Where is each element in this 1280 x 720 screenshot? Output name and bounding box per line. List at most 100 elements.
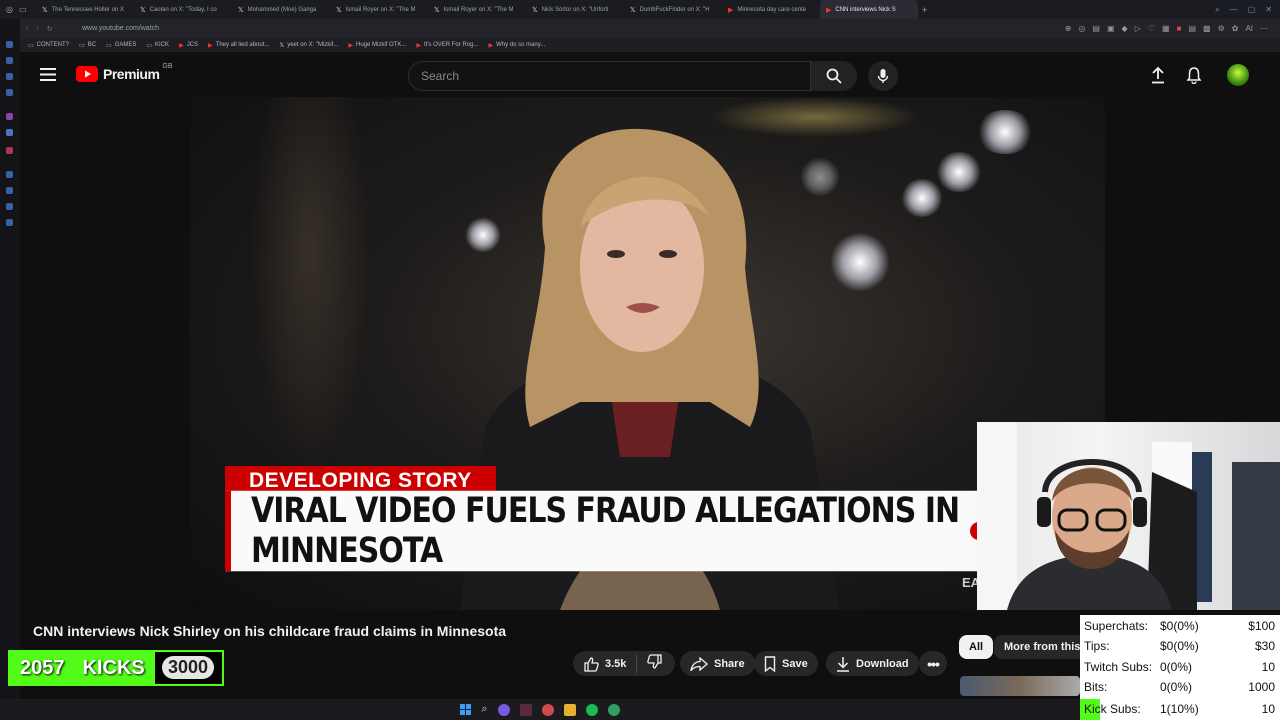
avatar[interactable] bbox=[1227, 64, 1249, 86]
bookmark-label: KICK bbox=[155, 42, 170, 48]
upload-icon bbox=[1152, 66, 1164, 84]
sidebar-app-icon[interactable] bbox=[6, 57, 13, 64]
browser-tab[interactable]: ▶ Minnesota day care cente bbox=[722, 0, 820, 19]
kicks-goal-bar: 2057 KICKS 3000 bbox=[8, 650, 224, 686]
xbox-icon[interactable] bbox=[607, 703, 620, 716]
extension-icons[interactable]: ⊕ ◎ ▤ ▣ ◆ ▷ ♡ ▦ ■ ▤ ▩ ⚙ ✿ AI ⋯ bbox=[1065, 24, 1280, 33]
browser-tab[interactable]: 𝕏 Caolan on X: "Today, I co bbox=[134, 0, 232, 19]
sidebar-app-icon[interactable] bbox=[6, 73, 13, 80]
start-icon[interactable] bbox=[460, 704, 472, 715]
search-input[interactable]: Search bbox=[408, 61, 811, 91]
stream-goals-overlay: Superchats: $0(0%) $100 Tips: $0(0%) $30 Twitc… bbox=[1080, 615, 1280, 720]
sidebar-app-icon[interactable] bbox=[6, 187, 13, 194]
window-controls[interactable]: ⌕ — ▢ ✕ bbox=[1215, 5, 1280, 15]
spotify-icon[interactable] bbox=[585, 703, 598, 716]
bell-icon bbox=[1186, 67, 1202, 85]
search-button[interactable] bbox=[811, 61, 857, 91]
bookmark-item[interactable]: ▭ KICK bbox=[146, 42, 169, 49]
notifications-button[interactable] bbox=[1186, 66, 1202, 89]
voice-search-button[interactable] bbox=[868, 61, 898, 91]
browser-icon[interactable] bbox=[541, 703, 554, 716]
related-video-thumbnail[interactable] bbox=[960, 676, 1080, 696]
kicks-current: 2057 bbox=[20, 656, 65, 679]
tab-label: CNN interviews Nick S bbox=[835, 6, 896, 13]
dislike-button[interactable] bbox=[647, 654, 663, 673]
browser-tab[interactable]: 𝕏 DumbFuckFinder on X: "H bbox=[624, 0, 722, 19]
bookmark-item[interactable]: ▶ JCS bbox=[179, 42, 198, 49]
bookmark-item[interactable]: ▶ Huge Mizkif OTK... bbox=[348, 42, 406, 49]
save-button[interactable]: Save bbox=[754, 651, 818, 676]
upload-button[interactable] bbox=[1150, 66, 1166, 89]
tab-label: Minnesota day care cente bbox=[737, 6, 807, 13]
chip-all[interactable]: All bbox=[959, 635, 994, 659]
sidebar-app-icon[interactable] bbox=[6, 203, 13, 210]
sidebar-app-icon[interactable] bbox=[6, 129, 13, 136]
sidebar-app-icon[interactable] bbox=[6, 219, 13, 226]
sidebar-app-icon[interactable] bbox=[6, 113, 13, 120]
sidebar-app-icon[interactable] bbox=[6, 41, 13, 48]
tab-strip: 𝕏 The Tennessee Holler on X 𝕏 Caolan on X: … bbox=[36, 0, 918, 19]
browser-tab-bar: ◎ ▭ 𝕏 The Tennessee Holler on X 𝕏 Caolan on … bbox=[0, 0, 1280, 19]
new-tab-icon[interactable]: + bbox=[922, 5, 927, 15]
sidebar-app-icon[interactable] bbox=[6, 171, 13, 178]
goal-row: Twitch Subs: 0(0%) 10 bbox=[1080, 657, 1280, 677]
folder-icon[interactable] bbox=[563, 703, 576, 716]
bookmark-item[interactable]: ▭ GAMES bbox=[106, 42, 136, 49]
browser-tab[interactable]: 𝕏 The Tennessee Holler on X bbox=[36, 0, 134, 19]
hamburger-menu-icon[interactable] bbox=[40, 68, 56, 86]
tab-label: Mohammed (Moe) Ganga bbox=[247, 6, 317, 13]
sidebar-app-icon[interactable] bbox=[6, 147, 13, 154]
folder-icon: ▭ bbox=[79, 42, 85, 49]
share-label: Share bbox=[714, 657, 745, 670]
discord-icon[interactable] bbox=[497, 703, 510, 716]
youtube-masthead: Premium GB Search bbox=[20, 52, 1280, 98]
bookmark-label: Huge Mizkif OTK... bbox=[355, 42, 407, 48]
video-player[interactable]: DEVELOPING STORY VIRAL VIDEO FUELS FRAUD… bbox=[190, 97, 1105, 610]
bookmark-item[interactable]: ▶ It's OVER For Rog... bbox=[416, 42, 478, 49]
search-taskbar-icon[interactable]: ⌕ bbox=[481, 703, 487, 716]
more-actions-button[interactable]: ••• bbox=[919, 651, 947, 676]
like-button[interactable]: 3.5k bbox=[583, 656, 626, 672]
download-button[interactable]: Download bbox=[826, 651, 919, 676]
share-button[interactable]: Share bbox=[680, 651, 755, 676]
tab-label: Nick Sortor on X: "Unforti bbox=[541, 6, 609, 13]
browser-tab[interactable]: 𝕏 Mohammed (Moe) Ganga bbox=[232, 0, 330, 19]
webcam-overlay bbox=[977, 422, 1280, 610]
chip-more-from-channel[interactable]: More from this s bbox=[994, 635, 1080, 659]
goal-goal: $100 bbox=[1248, 619, 1275, 633]
bookmark-item[interactable]: ▶ Why do so many... bbox=[488, 42, 545, 49]
bookmark-item[interactable]: ▭ CONTENT? bbox=[28, 42, 69, 49]
youtube-premium-logo[interactable]: Premium GB bbox=[76, 63, 175, 82]
obs-icon[interactable] bbox=[519, 703, 532, 716]
kicks-goal: 3000 bbox=[161, 656, 214, 679]
browser-tab[interactable]: 𝕏 Ismail Royer on X: "The M bbox=[428, 0, 526, 19]
youtube-icon: ▶ bbox=[208, 42, 213, 49]
more-dots-icon: ••• bbox=[927, 655, 940, 672]
sidebar-app-icon[interactable] bbox=[6, 89, 13, 96]
browser-tab[interactable]: 𝕏 Nick Sortor on X: "Unforti bbox=[526, 0, 624, 19]
bookmark-item[interactable]: 𝕏yeet on X: "Mizkif... bbox=[279, 42, 338, 49]
x-icon: 𝕏 bbox=[630, 6, 636, 14]
thumbs-up-icon bbox=[584, 656, 599, 672]
streamer-figure bbox=[1007, 459, 1197, 610]
search-icon bbox=[826, 68, 842, 84]
microphone-icon bbox=[877, 69, 889, 83]
background-light bbox=[900, 179, 944, 217]
goal-value: $0(0%) bbox=[1160, 619, 1199, 633]
chyron-headline: VIRAL VIDEO FUELS FRAUD ALLEGATIONS IN M… bbox=[225, 490, 982, 572]
browser-menu-icons[interactable]: ◎ ▭ bbox=[0, 5, 36, 14]
bookmarks-bar: ▭ CONTENT? ▭ BC ▭ GAMES ▭ KICK ▶ JCS ▶ They all lie… bbox=[0, 38, 1280, 52]
share-icon bbox=[690, 656, 708, 671]
address-bar-row: ‹ › ↻ www.youtube.com/watch ⊕ ◎ ▤ ▣ ◆ ▷ ♡ ▦ ■ ▤ ▩ ⚙ ✿ A… bbox=[0, 19, 1280, 38]
bookmark-item[interactable]: ▭ BC bbox=[79, 42, 96, 49]
folder-icon: ▭ bbox=[28, 42, 34, 49]
browser-tab[interactable]: ▶ CNN interviews Nick S bbox=[820, 0, 918, 19]
logo-text: Premium bbox=[103, 66, 160, 82]
x-icon: 𝕏 bbox=[532, 6, 538, 14]
bookmark-item[interactable]: ▶ They all lied about... bbox=[208, 42, 269, 49]
goal-label: Kick Subs: bbox=[1084, 702, 1141, 716]
thumbs-down-icon bbox=[647, 654, 663, 669]
browser-tab[interactable]: 𝕏 Ismail Royer on X: "The M bbox=[330, 0, 428, 19]
url-field[interactable]: www.youtube.com/watch bbox=[82, 25, 159, 32]
tab-label: DumbFuckFinder on X: "H bbox=[639, 6, 710, 13]
